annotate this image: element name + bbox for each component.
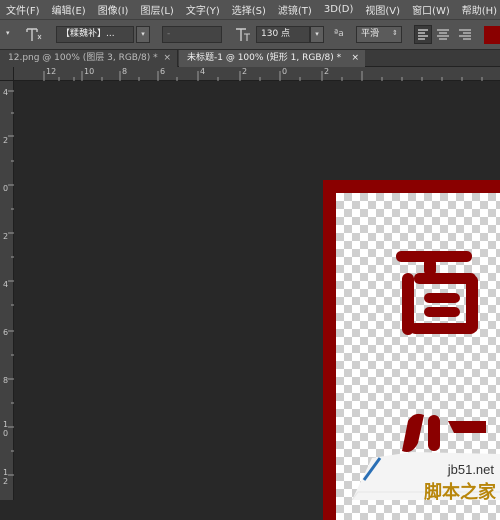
ruler-label: 4 (3, 88, 9, 97)
tool-preset-arrow-icon[interactable]: ▾ (6, 29, 10, 37)
menu-type[interactable]: 文字(Y) (180, 2, 226, 17)
ruler-label: 2 (3, 477, 9, 486)
font-size-select[interactable]: 130 点 (256, 26, 310, 43)
menu-3d[interactable]: 3D(D) (318, 4, 360, 15)
menu-filter[interactable]: 滤镜(T) (272, 2, 318, 17)
ruler-label: 0 (3, 429, 9, 438)
ruler-label: 4 (3, 280, 9, 289)
menu-view[interactable]: 视图(V) (359, 2, 406, 17)
ruler-label: 2 (3, 136, 9, 145)
align-left-button[interactable] (414, 25, 432, 44)
ruler-corner[interactable] (0, 67, 14, 81)
tab-label: 12.png @ 100% (图层 3, RGB/8) * (8, 53, 158, 63)
ruler-label: 2 (242, 67, 248, 76)
menu-image[interactable]: 图像(I) (92, 2, 135, 17)
text-color-swatch[interactable] (484, 26, 500, 44)
ruler-label: 10 (84, 67, 95, 76)
vertical-ruler[interactable]: 4 2 0 2 4 6 8 1 0 1 2 (0, 81, 14, 500)
align-right-button[interactable] (456, 25, 474, 44)
menu-layer[interactable]: 图层(L) (134, 2, 179, 17)
menu-bar: 文件(F) 编辑(E) 图像(I) 图层(L) 文字(Y) 选择(S) 滤镜(T… (0, 0, 500, 19)
menu-help[interactable]: 帮助(H) (456, 2, 500, 17)
align-center-button[interactable] (434, 25, 452, 44)
ruler-label: 8 (3, 376, 9, 385)
ruler-label: 0 (3, 184, 9, 193)
ruler-label: 2 (324, 67, 330, 76)
ruler-label: 1 (3, 420, 9, 429)
horizontal-ruler[interactable]: 12 10 8 6 4 2 0 2 (14, 67, 500, 81)
watermark-url: jb51.net (447, 462, 494, 477)
tab-12-png[interactable]: 12.png @ 100% (图层 3, RGB/8) * × (0, 50, 178, 67)
ruler-label: 0 (282, 67, 288, 76)
antialias-icon: ªa (334, 29, 344, 39)
menu-window[interactable]: 窗口(W) (406, 2, 456, 17)
watermark-name: 脚本之家 (424, 482, 496, 503)
ruler-label: 4 (200, 67, 206, 76)
ruler-label: 6 (3, 328, 9, 337)
align-left-icon (418, 29, 428, 40)
options-bar: ▾ 【糅魏补】... ▾ - 130 点 ▾ ªa 平滑 ⇕ (0, 19, 500, 50)
ruler-label: 6 (160, 67, 166, 76)
font-size-dropdown-icon[interactable]: ▾ (310, 26, 324, 43)
align-right-icon (459, 29, 471, 40)
close-icon[interactable]: × (163, 50, 171, 67)
font-family-dropdown-icon[interactable]: ▾ (136, 26, 150, 43)
align-center-icon (437, 29, 449, 40)
tab-label: 未标题-1 @ 100% (矩形 1, RGB/8) * (187, 53, 342, 63)
text-orientation-icon[interactable] (24, 26, 42, 44)
ruler-label: 8 (122, 67, 128, 76)
tab-untitled-1[interactable]: 未标题-1 @ 100% (矩形 1, RGB/8) * × (179, 50, 365, 67)
ruler-label: 2 (3, 232, 9, 241)
ruler-label: 1 (3, 468, 9, 477)
antialias-dropdown-icon[interactable]: ⇕ (392, 29, 398, 37)
menu-edit[interactable]: 编辑(E) (46, 2, 92, 17)
ruler-label: 12 (46, 67, 57, 76)
font-style-select[interactable]: - (162, 26, 222, 43)
menu-file[interactable]: 文件(F) (0, 2, 46, 17)
close-icon[interactable]: × (351, 50, 359, 67)
font-family-select[interactable]: 【糅魏补】... (56, 26, 134, 43)
document-tab-bar: 12.png @ 100% (图层 3, RGB/8) * × 未标题-1 @ … (0, 50, 500, 67)
font-size-icon (236, 28, 250, 41)
menu-select[interactable]: 选择(S) (226, 2, 272, 17)
